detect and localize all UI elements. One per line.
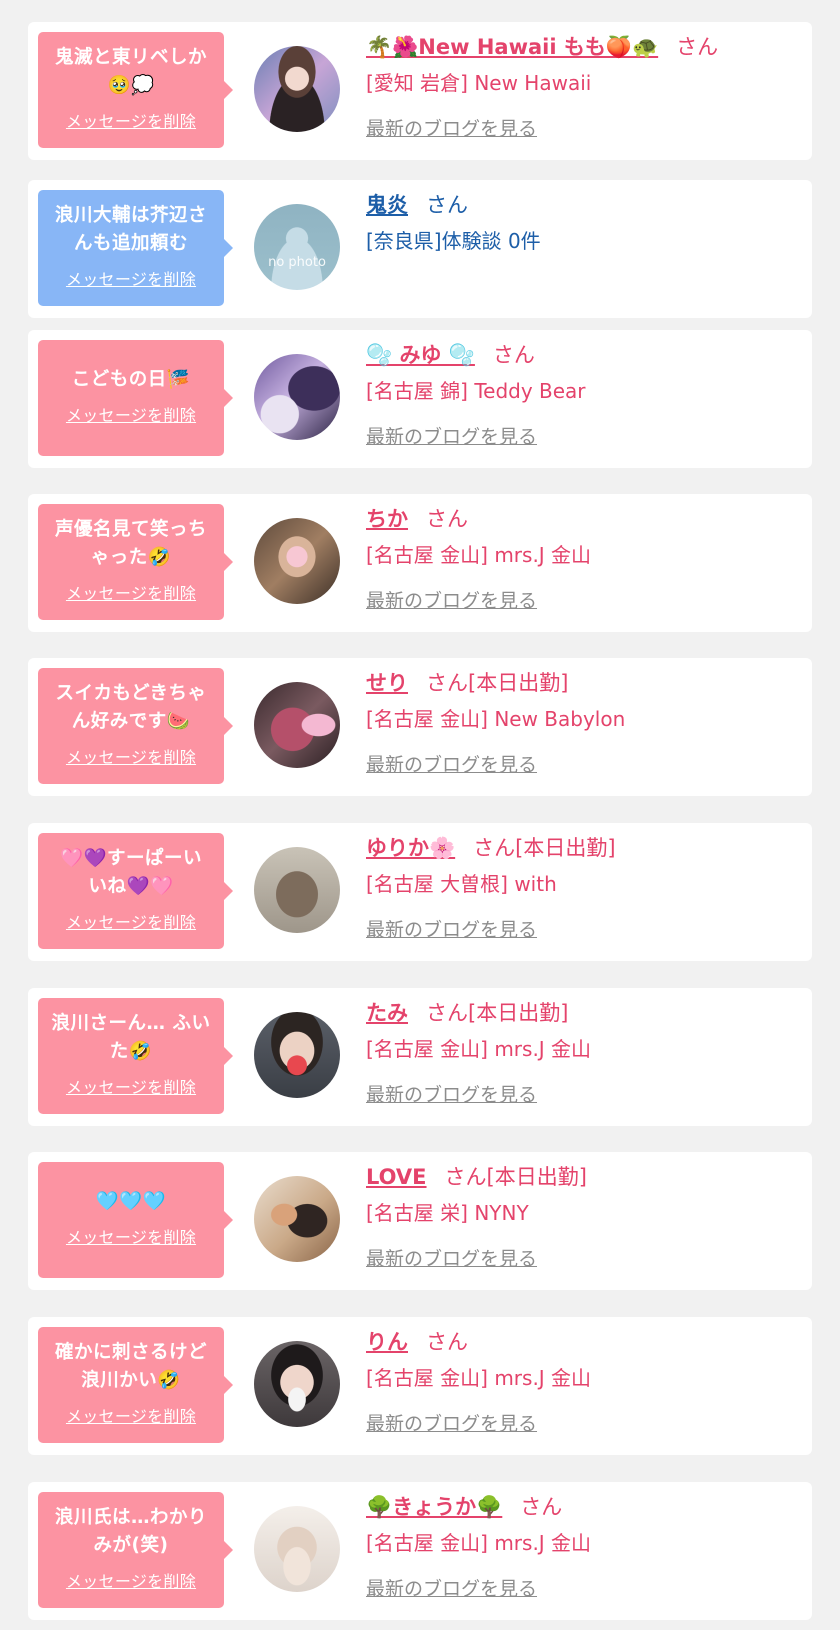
latest-blog-link[interactable]: 最新のブログを見る xyxy=(366,750,537,777)
honorific: さん xyxy=(426,1001,468,1025)
message-bubble: 浪川大輔は芥辺さ んも追加頼む メッセージを削除 xyxy=(38,190,233,306)
no-photo-avatar[interactable]: no photo xyxy=(254,204,340,290)
no-photo-label: no photo xyxy=(268,254,326,270)
attendance-status: [本日出勤] xyxy=(486,1165,587,1189)
message-text: 声優名見て笑っち ゃった🤣 xyxy=(54,519,207,568)
avatar[interactable] xyxy=(254,46,340,132)
message-bubble: こどもの日🎏 メッセージを削除 xyxy=(38,340,233,456)
message-bubble: 鬼滅と東リベしか 🥹💭 メッセージを削除 xyxy=(38,32,233,148)
message-card: 🩷💜すーぱーい いね💜🩷 メッセージを削除 ゆりか🌸 さん[本日出勤] [名古屋 … xyxy=(28,823,812,961)
latest-blog-link[interactable]: 最新のブログを見る xyxy=(366,114,537,141)
shop-label: [名古屋 錦] Teddy Bear xyxy=(366,379,586,403)
attendance-status: [本日出勤] xyxy=(468,1001,569,1025)
latest-blog-link[interactable]: 最新のブログを見る xyxy=(366,586,537,613)
message-bubble: 声優名見て笑っち ゃった🤣 メッセージを削除 xyxy=(38,504,233,620)
avatar[interactable] xyxy=(254,1176,340,1262)
message-text: 浪川大輔は芥辺さ んも追加頼む xyxy=(54,205,207,254)
message-text: 🩷💜すーぱーい いね💜🩷 xyxy=(59,848,203,897)
avatar[interactable] xyxy=(254,1012,340,1098)
honorific: さん xyxy=(473,836,516,860)
message-card: スイカもどきちゃ ん好みです🍉 メッセージを削除 せり さん[本日出勤] [名古屋… xyxy=(28,658,812,796)
attendance-status: [本日出勤] xyxy=(515,836,616,860)
shop-label: [名古屋 金山] New Babylon xyxy=(366,707,626,731)
delete-message-link[interactable]: メッセージを削除 xyxy=(66,266,196,290)
delete-message-link[interactable]: メッセージを削除 xyxy=(66,108,196,132)
latest-blog-link[interactable]: 最新のブログを見る xyxy=(366,1244,537,1271)
shop-label: [名古屋 大曽根] with xyxy=(366,872,557,896)
cast-name-link[interactable]: たみ xyxy=(366,1001,408,1025)
honorific: さん xyxy=(492,343,535,367)
honorific: さん xyxy=(426,1330,468,1354)
cast-name-link[interactable]: ゆりか🌸 xyxy=(366,836,455,860)
message-text: 鬼滅と東リベしか 🥹💭 xyxy=(54,47,207,96)
latest-blog-link[interactable]: 最新のブログを見る xyxy=(366,1080,537,1107)
shop-label: [名古屋 栄] NYNY xyxy=(366,1201,529,1225)
latest-blog-link[interactable]: 最新のブログを見る xyxy=(366,1409,537,1436)
message-text: 🩵🩵🩵 xyxy=(95,1191,167,1212)
cast-name-link[interactable]: 🌳きょうか🌳 xyxy=(366,1495,502,1519)
message-bubble: 浪川さーん… ふい た🤣 メッセージを削除 xyxy=(38,998,233,1114)
avatar[interactable] xyxy=(254,1506,340,1592)
cast-name-link[interactable]: 鬼炎 xyxy=(366,193,408,217)
avatar[interactable] xyxy=(254,1341,340,1427)
cast-name-link[interactable]: 🌴🌺New Hawaii もも🍑🐢 xyxy=(366,35,658,59)
message-card: 浪川大輔は芥辺さ んも追加頼む メッセージを削除 no photo 鬼炎 さん [… xyxy=(28,180,812,318)
honorific: さん xyxy=(520,1495,563,1519)
avatar[interactable] xyxy=(254,682,340,768)
attendance-status: [本日出勤] xyxy=(468,671,569,695)
shop-label: [愛知 岩倉] New Hawaii xyxy=(366,71,592,95)
message-bubble: スイカもどきちゃ ん好みです🍉 メッセージを削除 xyxy=(38,668,233,784)
avatar[interactable] xyxy=(254,518,340,604)
shop-label: [奈良県]体験談 0件 xyxy=(366,229,541,253)
message-bubble: 🩵🩵🩵 メッセージを削除 xyxy=(38,1162,233,1278)
message-bubble: 浪川氏は…わかり みが(笑) メッセージを削除 xyxy=(38,1492,233,1608)
latest-blog-link[interactable]: 最新のブログを見る xyxy=(366,422,537,449)
message-card: 浪川さーん… ふい た🤣 メッセージを削除 たみ さん[本日出勤] [名古屋 金山… xyxy=(28,988,812,1126)
honorific: さん xyxy=(676,35,719,59)
message-card: 確かに刺さるけど 浪川かい🤣 メッセージを削除 りん さん [名古屋 金山] mr… xyxy=(28,1317,812,1455)
message-text: スイカもどきちゃ ん好みです🍉 xyxy=(55,683,207,732)
delete-message-link[interactable]: メッセージを削除 xyxy=(66,744,196,768)
honorific: さん xyxy=(426,193,468,217)
latest-blog-link[interactable]: 最新のブログを見る xyxy=(366,915,537,942)
honorific: さん xyxy=(426,671,468,695)
honorific: さん xyxy=(444,1165,487,1189)
message-card: 浪川氏は…わかり みが(笑) メッセージを削除 🌳きょうか🌳 さん [名古屋 金山… xyxy=(28,1482,812,1620)
cast-name-link[interactable]: せり xyxy=(366,671,408,695)
delete-message-link[interactable]: メッセージを削除 xyxy=(66,1403,196,1427)
message-card: こどもの日🎏 メッセージを削除 🫧 みゆ 🫧 さん [名古屋 錦] Teddy B… xyxy=(28,330,812,468)
message-bubble: 🩷💜すーぱーい いね💜🩷 メッセージを削除 xyxy=(38,833,233,949)
shop-label: [名古屋 金山] mrs.J 金山 xyxy=(366,543,592,567)
shop-label: [名古屋 金山] mrs.J 金山 xyxy=(366,1366,592,1390)
avatar[interactable] xyxy=(254,354,340,440)
shop-label: [名古屋 金山] mrs.J 金山 xyxy=(366,1037,592,1061)
message-card: 声優名見て笑っち ゃった🤣 メッセージを削除 ちか さん [名古屋 金山] mrs… xyxy=(28,494,812,632)
message-card: 🩵🩵🩵 メッセージを削除 LOVE さん[本日出勤] [名古屋 栄] NYNY 最… xyxy=(28,1152,812,1290)
latest-blog-link[interactable]: 最新のブログを見る xyxy=(366,1574,537,1601)
message-bubble: 確かに刺さるけど 浪川かい🤣 メッセージを削除 xyxy=(38,1327,233,1443)
message-text: 確かに刺さるけど 浪川かい🤣 xyxy=(54,1342,207,1391)
cast-name-link[interactable]: LOVE xyxy=(366,1165,427,1189)
cast-name-link[interactable]: 🫧 みゆ 🫧 xyxy=(366,343,475,367)
honorific: さん xyxy=(426,507,468,531)
message-text: こどもの日🎏 xyxy=(71,369,191,390)
delete-message-link[interactable]: メッセージを削除 xyxy=(66,580,196,604)
message-card: 鬼滅と東リベしか 🥹💭 メッセージを削除 🌴🌺New Hawaii もも🍑🐢 さん… xyxy=(28,22,812,160)
message-text: 浪川氏は…わかり みが(笑) xyxy=(54,1507,207,1556)
delete-message-link[interactable]: メッセージを削除 xyxy=(66,402,196,426)
delete-message-link[interactable]: メッセージを削除 xyxy=(66,909,196,933)
delete-message-link[interactable]: メッセージを削除 xyxy=(66,1568,196,1592)
shop-label: [名古屋 金山] mrs.J 金山 xyxy=(366,1531,592,1555)
delete-message-link[interactable]: メッセージを削除 xyxy=(66,1224,196,1248)
message-text: 浪川さーん… ふい た🤣 xyxy=(51,1013,211,1062)
delete-message-link[interactable]: メッセージを削除 xyxy=(66,1074,196,1098)
cast-name-link[interactable]: りん xyxy=(366,1330,408,1354)
avatar[interactable] xyxy=(254,847,340,933)
cast-name-link[interactable]: ちか xyxy=(366,507,408,531)
